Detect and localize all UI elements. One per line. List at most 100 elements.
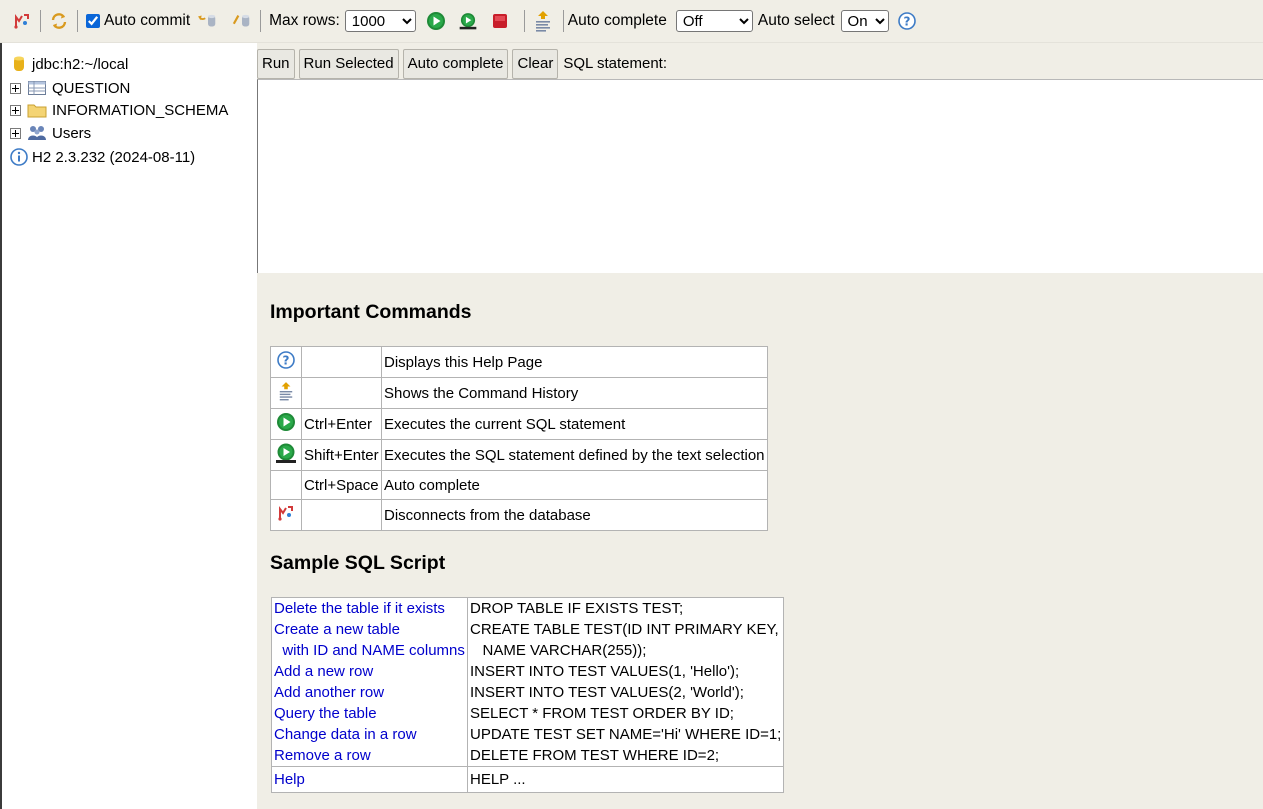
run-button[interactable]: Run (257, 48, 295, 79)
toolbar-separator (523, 10, 525, 32)
sample-link[interactable]: Delete the table if it exists (274, 598, 465, 619)
table-row: Help HELP ... (271, 766, 785, 793)
history-icon (270, 377, 302, 409)
important-commands-table: ? Displays this Help Page Shows the Comm… (270, 346, 768, 531)
users-icon (26, 124, 48, 142)
sample-link[interactable]: Add another row (274, 682, 465, 703)
command-bar: Run Run Selected Auto complete Clear SQL… (257, 48, 667, 79)
shortcut-cell: Ctrl+Enter (301, 408, 382, 440)
history-icon[interactable] (533, 11, 553, 32)
description-cell: Executes the current SQL statement (381, 408, 768, 440)
sample-sql-line: SELECT * FROM TEST ORDER BY ID; (470, 705, 734, 722)
table-row: Shift+Enter Executes the SQL statement d… (270, 439, 768, 471)
sample-sql-line: DELETE FROM TEST WHERE ID=2; (470, 747, 720, 764)
expand-icon[interactable] (10, 127, 21, 139)
sample-sql-line: UPDATE TEST SET NAME='Hi' WHERE ID=1; (470, 726, 782, 743)
info-icon (10, 148, 28, 166)
toolbar-separator (562, 10, 564, 32)
disconnect-icon[interactable] (12, 11, 32, 31)
svg-text:?: ? (903, 15, 910, 29)
shortcut-cell: Ctrl+Space (301, 470, 382, 500)
tree-item-users[interactable]: Users (10, 124, 91, 142)
table-icon (26, 79, 48, 97)
rollback-icon[interactable] (198, 11, 218, 31)
sample-sql-heading: Sample SQL Script (270, 552, 446, 574)
tree-item-label: Users (52, 124, 92, 142)
sample-sql-line: DROP TABLE IF EXISTS TEST; (470, 600, 684, 617)
sample-sql-line: INSERT INTO TEST VALUES(1, 'Hello'); (470, 663, 740, 680)
expand-icon[interactable] (10, 82, 21, 94)
sample-link[interactable]: Query the table (274, 703, 465, 724)
max-rows-label: Max rows: (269, 12, 340, 29)
sample-link[interactable]: Create a new table (274, 619, 465, 640)
auto-complete-select[interactable]: Off (675, 10, 753, 32)
auto-complete-button[interactable]: Auto complete (402, 48, 509, 79)
run-selected-icon[interactable] (458, 11, 478, 31)
sample-sql-table: Delete the table if it exists Create a n… (271, 597, 785, 793)
tree-item-information-schema[interactable]: INFORMATION_SCHEMA (10, 101, 228, 119)
empty-icon-cell (270, 470, 302, 500)
shortcut-cell (301, 377, 382, 409)
help-icon: ? (270, 346, 302, 378)
tree-item-label: INFORMATION_SCHEMA (52, 101, 229, 119)
help-icon[interactable]: ? (897, 11, 917, 31)
help-link[interactable]: Help (274, 771, 305, 788)
table-row: Ctrl+Space Auto complete (270, 470, 768, 500)
tree-connection[interactable]: jdbc:h2:~/local (10, 55, 128, 73)
sql-editor[interactable] (257, 79, 1263, 273)
main-panel: Run Run Selected Auto complete Clear SQL… (257, 43, 1263, 809)
run-icon (270, 408, 302, 440)
sample-links-cell: Delete the table if it exists Create a n… (271, 597, 468, 767)
auto-commit-checkbox[interactable] (86, 14, 100, 28)
auto-complete-label: Auto complete (567, 12, 667, 29)
shortcut-cell (301, 499, 382, 531)
table-row: Disconnects from the database (270, 499, 768, 531)
disconnect-icon (270, 499, 302, 531)
sample-link[interactable]: Add a new row (274, 661, 465, 682)
sample-link[interactable]: Remove a row (274, 745, 465, 766)
auto-select-label: Auto select (757, 12, 835, 29)
table-row: Delete the table if it exists Create a n… (271, 597, 785, 767)
important-commands-heading: Important Commands (270, 301, 472, 323)
sample-sql-line: CREATE TABLE TEST(ID INT PRIMARY KEY, (470, 621, 779, 638)
description-cell: Shows the Command History (381, 377, 768, 409)
auto-select-select[interactable]: On (840, 10, 889, 32)
run-selected-icon (270, 439, 302, 471)
description-cell: Disconnects from the database (381, 499, 768, 531)
object-tree: jdbc:h2:~/local QUESTION INFORMATION_SCH… (0, 43, 259, 809)
toolbar: Auto commit Max rows: 1000 Auto complete… (0, 0, 1263, 43)
table-row: Shows the Command History (270, 377, 768, 409)
folder-icon (26, 101, 48, 119)
tree-item-question[interactable]: QUESTION (10, 79, 130, 97)
auto-commit-label: Auto commit (104, 12, 191, 29)
run-selected-button[interactable]: Run Selected (298, 48, 399, 79)
shortcut-cell (301, 346, 382, 378)
sql-statement-label: SQL statement: (563, 55, 668, 72)
sample-sql-cell: DROP TABLE IF EXISTS TEST; CREATE TABLE … (466, 597, 785, 767)
sample-link[interactable]: with ID and NAME columns (274, 640, 465, 661)
refresh-icon[interactable] (49, 11, 69, 31)
description-cell: Auto complete (381, 470, 768, 500)
svg-text:?: ? (283, 354, 290, 368)
sample-sql-line: NAME VARCHAR(255)); (470, 642, 647, 659)
table-row: Ctrl+Enter Executes the current SQL stat… (270, 408, 768, 440)
expand-icon[interactable] (10, 104, 21, 116)
toolbar-separator (77, 10, 78, 32)
help-link-cell: Help (271, 766, 468, 793)
sample-sql-line: INSERT INTO TEST VALUES(2, 'World'); (470, 684, 744, 701)
help-sql-cell: HELP ... (466, 766, 785, 793)
tree-connection-label: jdbc:h2:~/local (32, 55, 129, 73)
max-rows-select[interactable]: 1000 (344, 10, 416, 32)
description-cell: Executes the SQL statement defined by th… (381, 439, 768, 471)
run-icon[interactable] (426, 11, 446, 31)
table-row: ? Displays this Help Page (270, 346, 768, 378)
tree-version-label: H2 2.3.232 (2024-08-11) (32, 148, 196, 166)
description-cell: Displays this Help Page (381, 346, 768, 378)
database-icon (10, 55, 28, 73)
toolbar-separator (260, 10, 262, 32)
stop-icon[interactable] (490, 11, 510, 31)
tree-item-label: QUESTION (52, 79, 131, 97)
commit-icon[interactable] (232, 11, 252, 31)
sample-link[interactable]: Change data in a row (274, 724, 465, 745)
clear-button[interactable]: Clear (512, 48, 559, 79)
